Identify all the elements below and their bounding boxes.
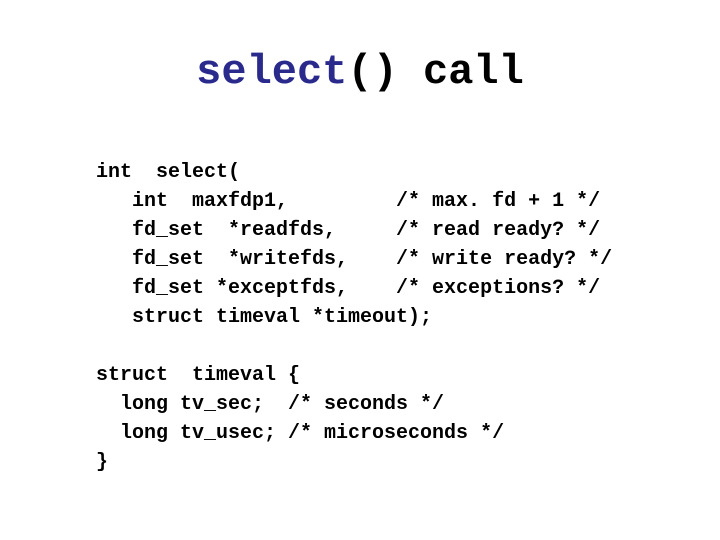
title-word: call	[398, 48, 524, 96]
code-line: fd_set *exceptfds, /* exceptions? */	[96, 277, 600, 300]
slide-title: select() call	[0, 48, 720, 96]
code-line: fd_set *readfds, /* read ready? */	[96, 219, 600, 242]
title-parens: ()	[347, 48, 397, 96]
code-line: struct timeval {	[96, 364, 300, 387]
code-line: int select(	[96, 161, 240, 184]
code-line: long tv_sec; /* seconds */	[96, 393, 444, 416]
code-line: int maxfdp1, /* max. fd + 1 */	[96, 190, 600, 213]
title-function-name: select	[196, 48, 347, 96]
code-line: long tv_usec; /* microseconds */	[96, 422, 504, 445]
code-line: }	[96, 451, 108, 474]
slide: select() call int select( int maxfdp1, /…	[0, 0, 720, 540]
code-line: struct timeval *timeout);	[96, 306, 432, 329]
code-line: fd_set *writefds, /* write ready? */	[96, 248, 612, 271]
code-block: int select( int maxfdp1, /* max. fd + 1 …	[96, 158, 612, 477]
